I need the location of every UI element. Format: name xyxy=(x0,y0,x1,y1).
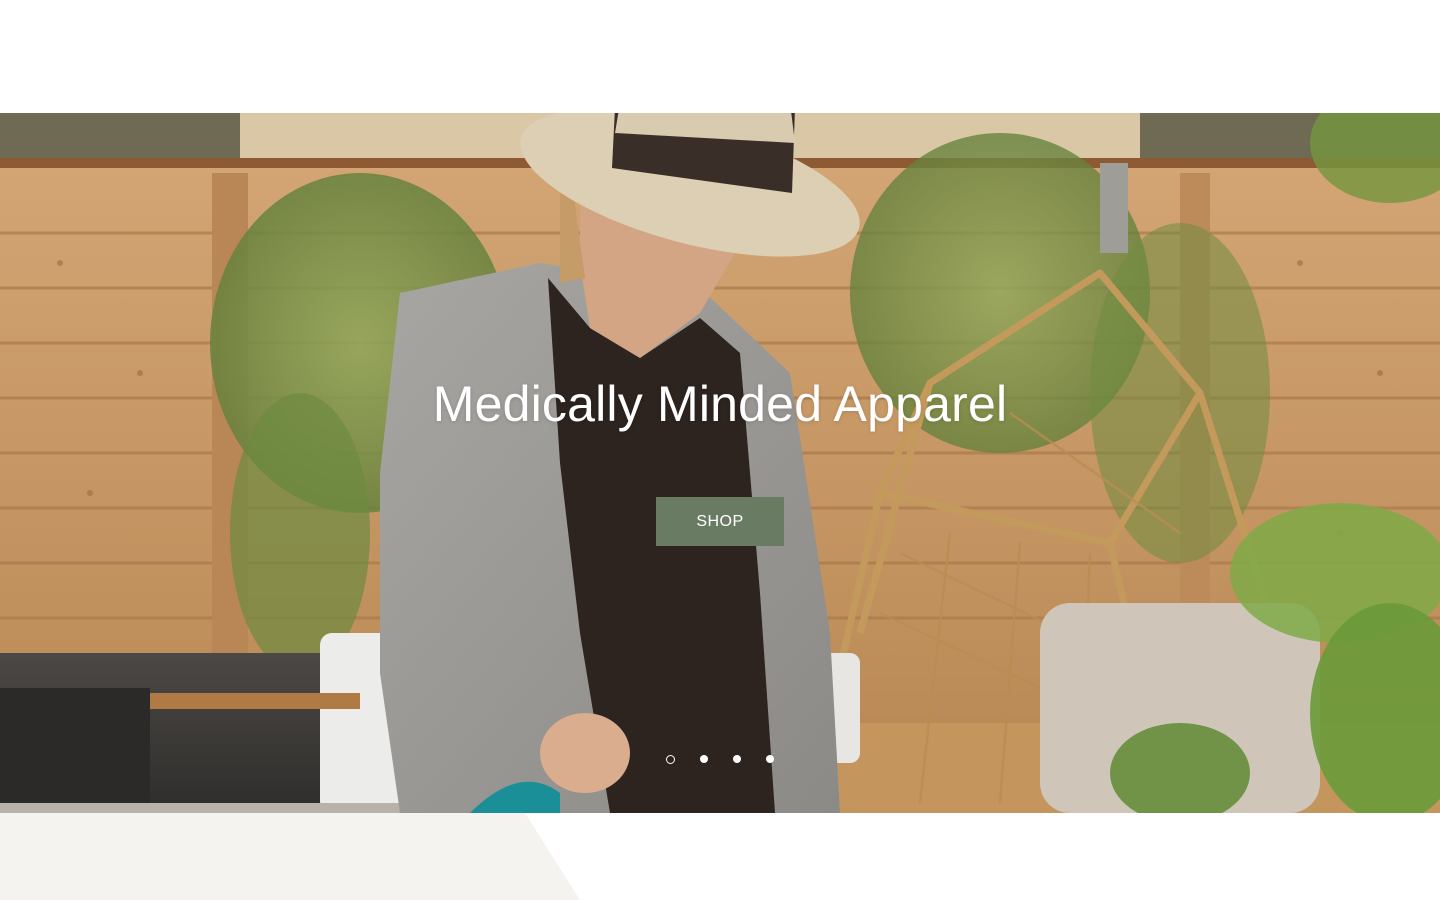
slideshow-dots xyxy=(0,753,1440,767)
dot-icon xyxy=(699,755,708,763)
slide-dot-3[interactable] xyxy=(731,753,743,765)
shop-button[interactable]: SHOP xyxy=(656,497,784,546)
hero-background-image xyxy=(0,113,1440,813)
dot-icon xyxy=(732,755,741,763)
hero-banner: Medically Minded Apparel SHOP xyxy=(0,113,1440,813)
dot-icon xyxy=(765,755,774,763)
next-section xyxy=(0,813,1440,900)
page: Medically Minded Apparel SHOP xyxy=(0,0,1440,900)
header-bar xyxy=(0,0,1440,113)
decorative-shape xyxy=(0,813,580,900)
slide-dot-4[interactable] xyxy=(764,753,776,765)
slide-dot-2[interactable] xyxy=(698,753,710,765)
slide-dot-1[interactable] xyxy=(665,753,677,765)
active-dot-icon xyxy=(666,754,675,764)
hero-title: Medically Minded Apparel xyxy=(432,376,1008,432)
